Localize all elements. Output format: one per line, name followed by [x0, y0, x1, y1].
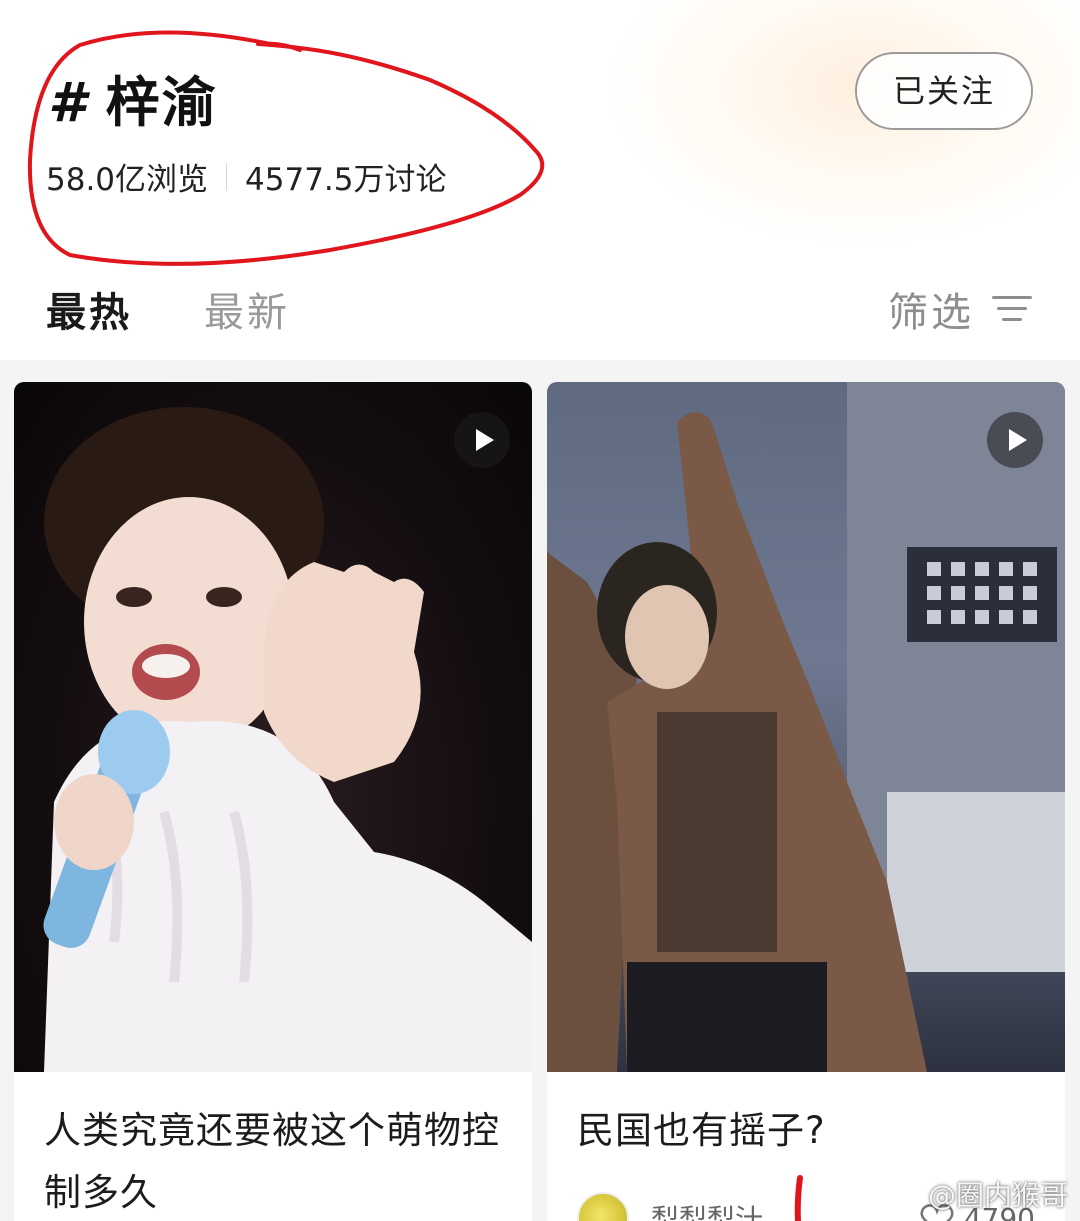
video-thumbnail[interactable]	[14, 382, 532, 1072]
source-watermark: @圈内猴哥	[884, 1174, 1068, 1214]
topic-header: # 梓渝 58.0亿浏览 4577.5万讨论 已关注 最热 最新 筛选	[0, 0, 1080, 360]
play-icon[interactable]	[454, 412, 510, 468]
hash-symbol: #	[48, 71, 88, 134]
tab-hot[interactable]: 最热	[46, 280, 132, 338]
sort-tabs: 最热 最新 筛选	[0, 272, 1080, 352]
post-card[interactable]: 民国也有摇子? 梨梨梨汁 4790	[547, 382, 1065, 1221]
card-title[interactable]: 人类究竟还要被这个萌物控制多久	[44, 1100, 508, 1221]
author-info[interactable]: 梨梨梨汁	[577, 1192, 763, 1221]
filter-label: 筛选	[888, 290, 974, 336]
performer-illustration	[547, 382, 1065, 1072]
topic-stats: 58.0亿浏览 4577.5万讨论	[46, 154, 447, 199]
topic-name: 梓渝	[105, 71, 218, 134]
author-name[interactable]: 梨梨梨汁	[651, 1198, 763, 1221]
avatar[interactable]	[577, 1192, 629, 1221]
video-thumbnail[interactable]	[547, 382, 1065, 1072]
performer-illustration	[43, 407, 532, 1072]
filter-button[interactable]: 筛选	[888, 280, 1032, 338]
discussion-count: 4577.5万讨论	[245, 162, 447, 198]
view-count: 58.0亿浏览	[46, 162, 209, 198]
watermark-text: @圈内猴哥	[927, 1179, 1068, 1212]
filter-icon	[992, 293, 1032, 325]
topic-title: # 梓渝	[48, 58, 218, 137]
weibo-logo-icon	[884, 1181, 921, 1209]
post-card[interactable]: 人类究竟还要被这个萌物控制多久	[14, 382, 532, 1221]
follow-button[interactable]: 已关注	[855, 52, 1033, 130]
card-title[interactable]: 民国也有摇子?	[577, 1100, 1041, 1162]
tab-new[interactable]: 最新	[204, 280, 290, 338]
stats-divider	[226, 162, 228, 191]
play-icon[interactable]	[987, 412, 1043, 468]
